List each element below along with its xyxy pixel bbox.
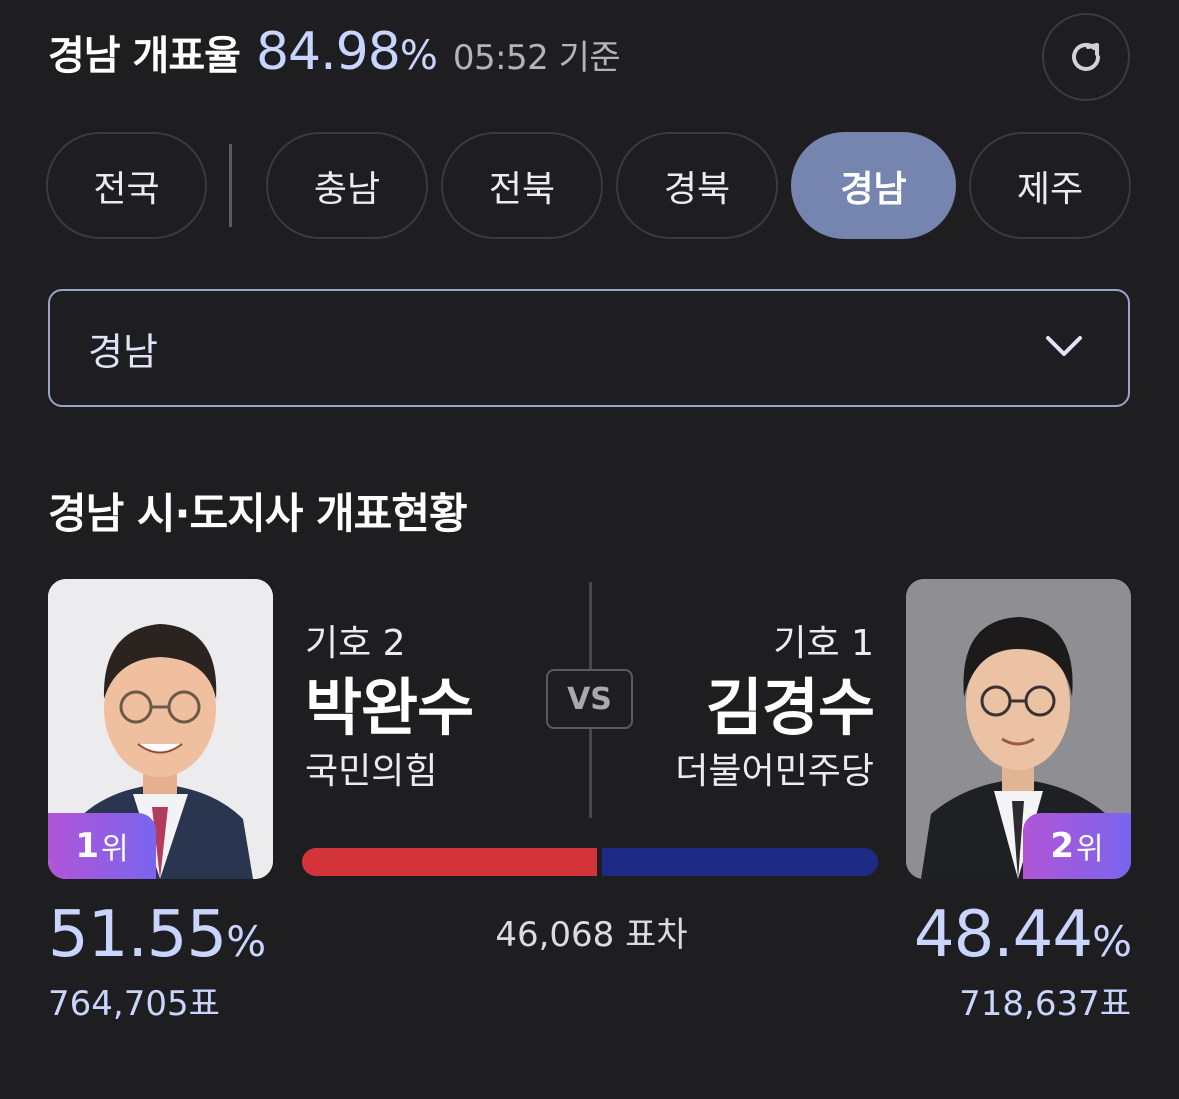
- region-tabs: 전국 충남 전북 경북 경남 제주: [0, 132, 1179, 240]
- chevron-down-icon: [1046, 336, 1082, 356]
- tab-divider: [229, 144, 232, 227]
- tab-gyeongnam[interactable]: 경남: [791, 132, 956, 239]
- vote-share-bar-separator: [597, 848, 602, 876]
- page-header: 경남 개표율 84.98% 05:52 기준: [48, 22, 621, 92]
- candidate-percent-1: 51.55%: [48, 895, 266, 982]
- vote-share-bar-candidate-1: [302, 848, 599, 876]
- candidate-photo-2: 2위: [906, 579, 1131, 879]
- candidate-party-2: 더불어민주당: [675, 751, 874, 792]
- candidate-result-1: 51.55% 764,705표: [48, 895, 266, 1026]
- candidate-photo-1: 1위: [48, 579, 273, 879]
- candidate-percent-2: 48.44%: [913, 895, 1132, 982]
- candidate-votes-1: 764,705표: [48, 984, 220, 1024]
- timestamp: 05:52 기준: [452, 38, 621, 78]
- candidate-info-1: 기호 2 박완수 국민의힘: [305, 620, 474, 796]
- page-title: 경남 개표율: [48, 33, 241, 79]
- tab-national[interactable]: 전국: [46, 132, 207, 239]
- rank-number-1: 1: [75, 826, 100, 866]
- vote-share-bar: [302, 848, 878, 876]
- counting-rate-value: 84.98: [255, 22, 401, 82]
- candidate-info-2: 기호 1 김경수 더불어민주당: [675, 620, 875, 796]
- rank-number-2: 2: [1050, 826, 1075, 866]
- candidate-percent-unit-2: %: [1092, 917, 1132, 966]
- candidate-percent-unit-1: %: [226, 917, 266, 966]
- rank-suffix-1: 위: [101, 832, 129, 867]
- candidate-number-2: 기호 1: [773, 623, 874, 664]
- tab-jeonbuk[interactable]: 전북: [441, 132, 603, 239]
- tab-jeju[interactable]: 제주: [969, 132, 1131, 239]
- candidate-name-1: 박완수: [305, 671, 474, 744]
- refresh-button[interactable]: [1042, 13, 1130, 101]
- region-select[interactable]: 경남: [48, 289, 1130, 407]
- tab-gyeongbuk[interactable]: 경북: [616, 132, 778, 239]
- section-title: 경남 시·도지사 개표현황: [48, 489, 468, 538]
- candidate-result-2: 48.44% 718,637표: [913, 895, 1132, 1026]
- region-select-value: 경남: [88, 329, 158, 374]
- rank-suffix-2: 위: [1076, 832, 1104, 867]
- candidate-party-1: 국민의힘: [305, 751, 438, 792]
- candidate-number-1: 기호 2: [305, 623, 406, 664]
- rank-badge-1: 1위: [48, 813, 156, 879]
- election-results-page: 경남 개표율 84.98% 05:52 기준 전국 충남 전북 경북 경남 제주…: [0, 0, 1179, 1099]
- counting-rate: 84.98%: [255, 22, 438, 82]
- refresh-icon: [1072, 42, 1100, 71]
- vs-badge: VS: [546, 669, 633, 729]
- candidate-name-2: 김경수: [705, 671, 875, 744]
- candidate-votes-2: 718,637표: [959, 984, 1131, 1024]
- candidate-percent-value-2: 48.44: [913, 898, 1093, 972]
- rank-badge-2: 2위: [1023, 813, 1131, 879]
- tab-chungnam[interactable]: 충남: [266, 132, 428, 239]
- counting-rate-unit: %: [399, 33, 438, 79]
- candidate-percent-value-1: 51.55: [48, 898, 227, 972]
